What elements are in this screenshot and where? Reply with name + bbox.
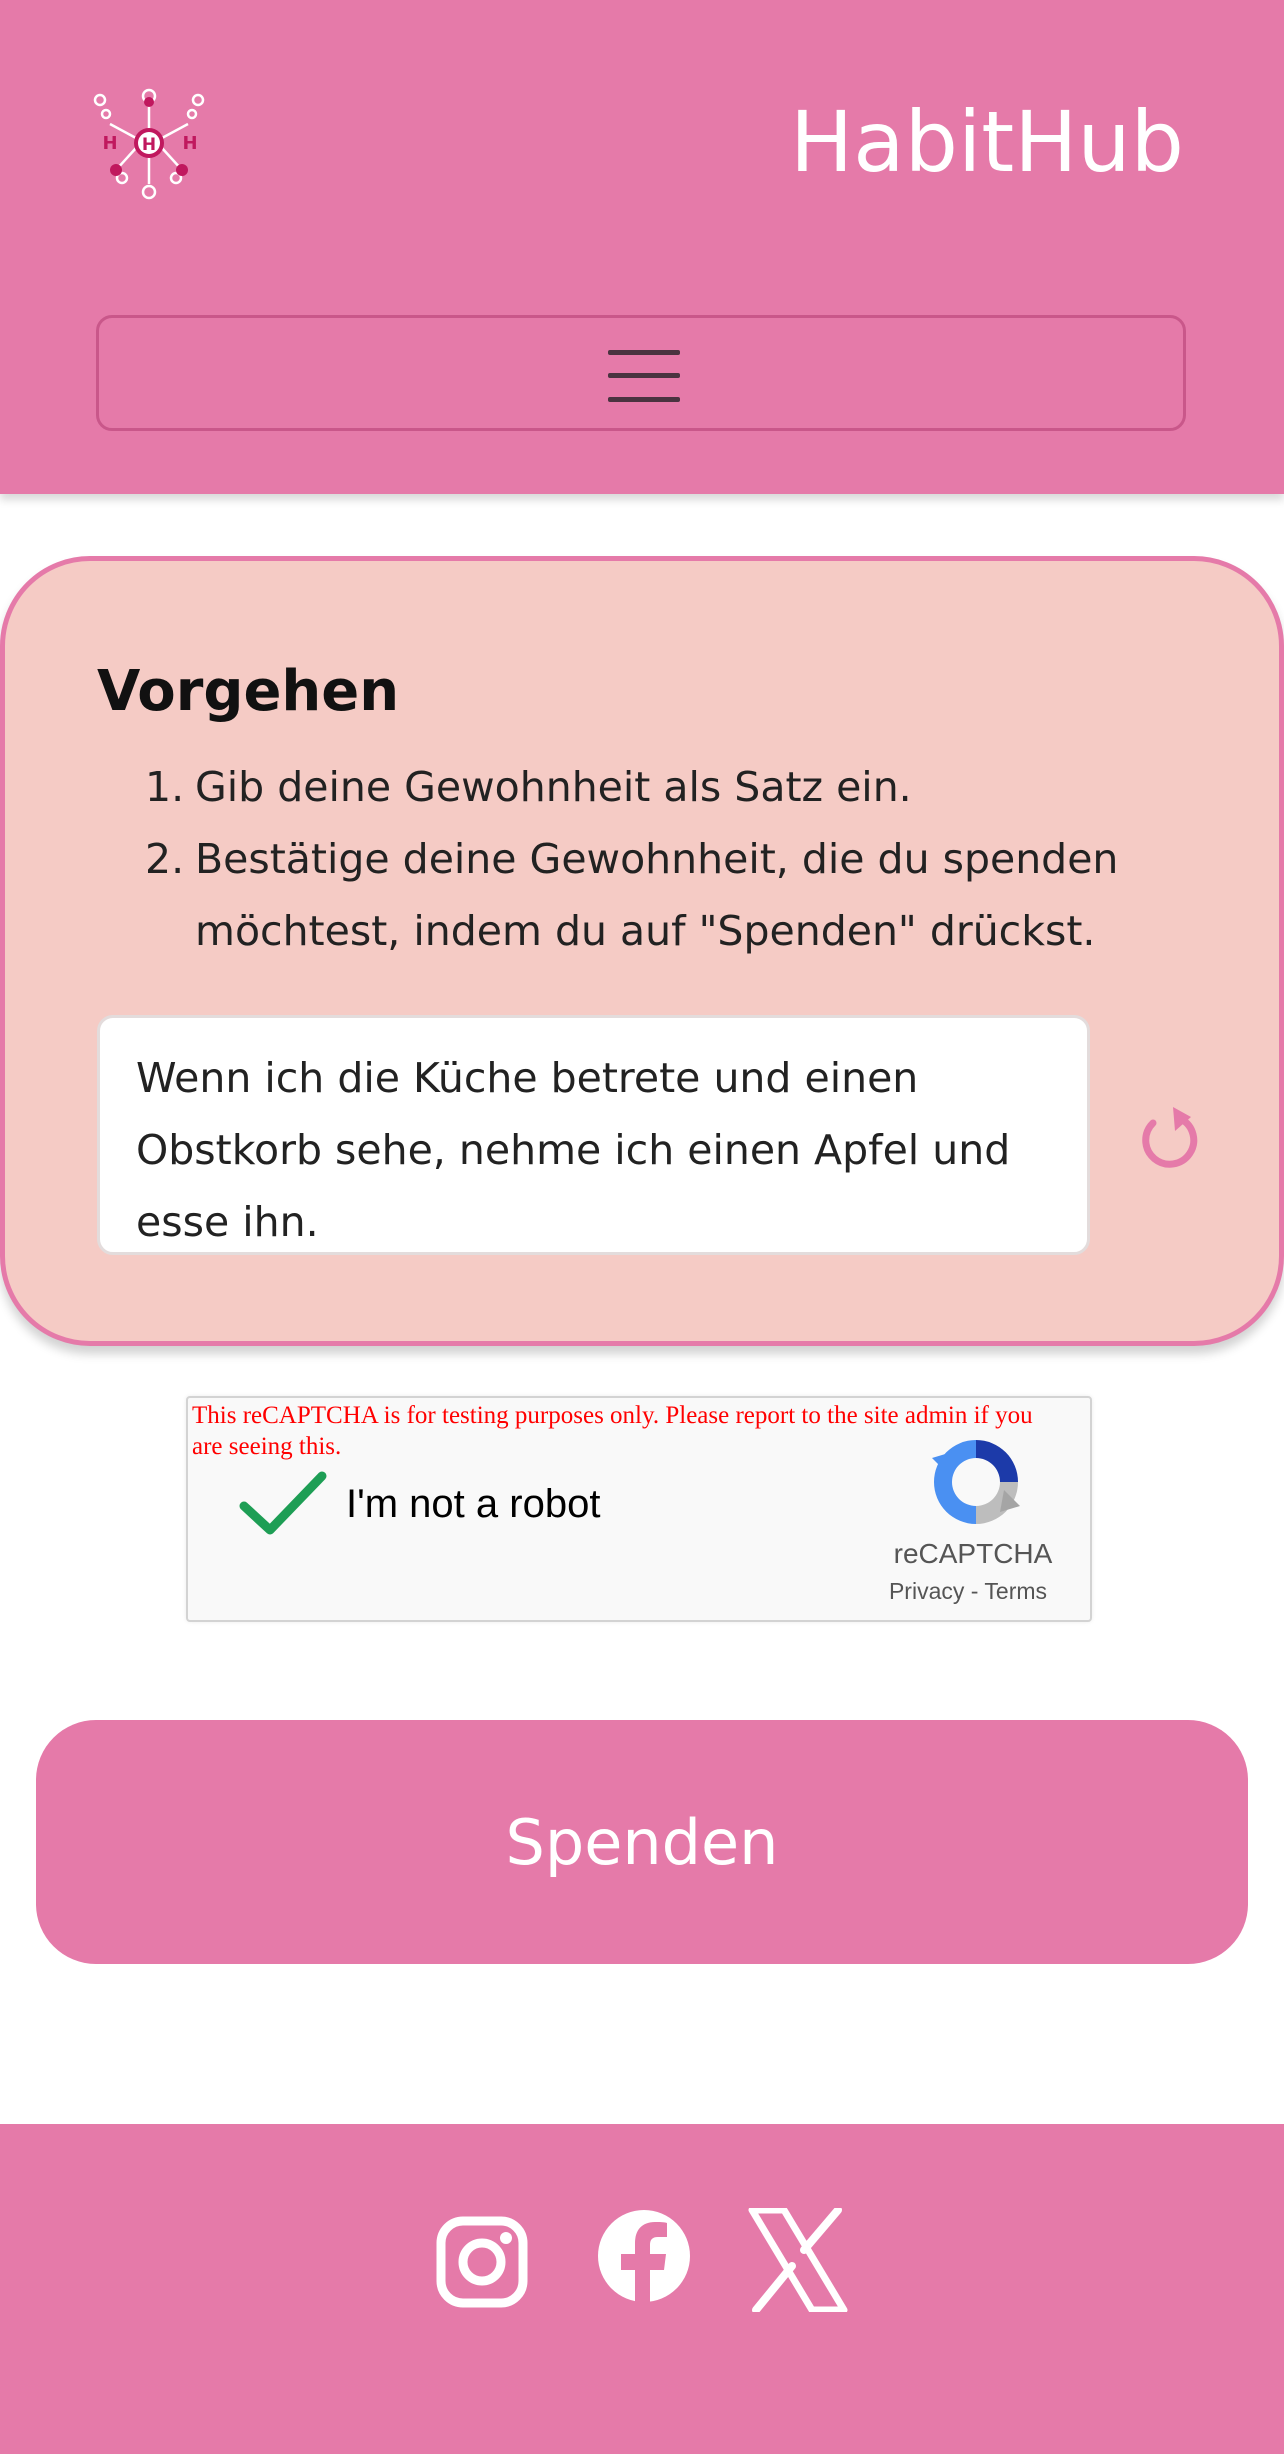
steps-list: 1. Gib deine Gewohnheit als Satz ein. 2.…	[97, 751, 1217, 967]
list-item: 1. Gib deine Gewohnheit als Satz ein.	[97, 751, 1217, 823]
hamburger-icon	[608, 350, 680, 402]
captcha-links: Privacy - Terms	[848, 1578, 1088, 1605]
captcha-label[interactable]: I'm not a robot	[346, 1482, 600, 1527]
svg-text:H: H	[102, 133, 117, 154]
reset-button[interactable]	[1129, 1101, 1209, 1181]
list-item: 2. Bestätige deine Gewohnheit, die du sp…	[97, 823, 1217, 967]
instagram-icon[interactable]	[436, 2216, 528, 2308]
step-number: 1.	[145, 763, 185, 811]
checkmark-icon[interactable]	[238, 1470, 328, 1540]
card-title: Vorgehen	[97, 659, 400, 724]
refresh-icon	[1142, 1107, 1198, 1168]
step-text: Bestätige deine Gewohnheit, die du spend…	[195, 835, 1119, 955]
recaptcha-widget: This reCAPTCHA is for testing purposes o…	[186, 1396, 1092, 1622]
step-text: Gib deine Gewohnheit als Satz ein.	[195, 763, 912, 811]
donate-button[interactable]: Spenden	[36, 1720, 1248, 1964]
brand-title[interactable]: HabitHub	[790, 92, 1190, 192]
recaptcha-logo-icon	[932, 1440, 1020, 1524]
svg-text:H: H	[142, 135, 156, 155]
terms-link[interactable]: Terms	[984, 1578, 1047, 1604]
habit-input[interactable]: Wenn ich die Küche betrete und einen Obs…	[97, 1015, 1090, 1255]
svg-text:H: H	[182, 133, 197, 154]
instructions-card: Vorgehen 1. Gib deine Gewohnheit als Sat…	[0, 556, 1284, 1346]
captcha-brand: reCAPTCHA	[893, 1538, 1053, 1569]
x-icon[interactable]	[748, 2208, 848, 2312]
step-number: 2.	[145, 835, 185, 883]
site-footer	[0, 2124, 1284, 2454]
privacy-link[interactable]: Privacy	[889, 1578, 964, 1604]
facebook-icon[interactable]	[598, 2210, 690, 2310]
menu-toggle-button[interactable]	[96, 315, 1186, 431]
habithub-logo[interactable]: H H H	[92, 86, 207, 201]
site-header: H H H HabitHub	[0, 0, 1284, 494]
link-separator: -	[970, 1578, 979, 1604]
